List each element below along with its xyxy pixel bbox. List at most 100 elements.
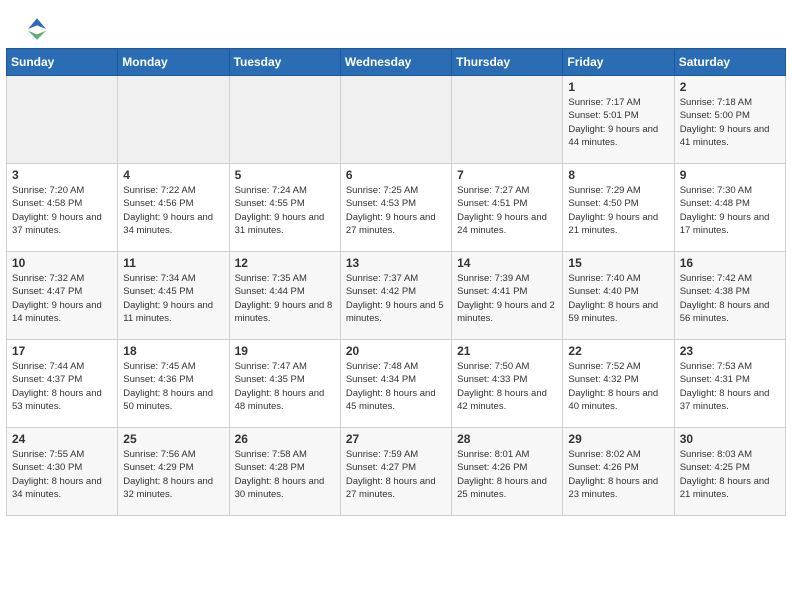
day-number: 23	[680, 344, 780, 358]
calendar-cell: 25 Sunrise: 7:56 AM Sunset: 4:29 PM Dayli…	[118, 428, 229, 516]
day-info: Sunrise: 7:58 AM Sunset: 4:28 PM Dayligh…	[235, 448, 335, 501]
calendar-cell: 10 Sunrise: 7:32 AM Sunset: 4:47 PM Dayli…	[7, 252, 118, 340]
day-info: Sunrise: 7:55 AM Sunset: 4:30 PM Dayligh…	[12, 448, 112, 501]
day-info: Sunrise: 7:34 AM Sunset: 4:45 PM Dayligh…	[123, 272, 223, 325]
day-number: 16	[680, 256, 780, 270]
day-info: Sunrise: 7:47 AM Sunset: 4:35 PM Dayligh…	[235, 360, 335, 413]
calendar-cell: 14 Sunrise: 7:39 AM Sunset: 4:41 PM Dayli…	[452, 252, 563, 340]
calendar-week-row: 10 Sunrise: 7:32 AM Sunset: 4:47 PM Dayli…	[7, 252, 786, 340]
calendar-week-row: 24Sunrise: 7:55 AM Sunset: 4:30 PM Dayli…	[7, 428, 786, 516]
calendar-cell: 9 Sunrise: 7:30 AM Sunset: 4:48 PM Daylig…	[674, 164, 785, 252]
day-number: 4	[123, 168, 223, 182]
calendar-cell	[229, 76, 340, 164]
day-number: 9	[680, 168, 780, 182]
day-info: Sunrise: 7:17 AM Sunset: 5:01 PM Dayligh…	[568, 96, 668, 149]
day-number: 21	[457, 344, 557, 358]
calendar-cell: 3 Sunrise: 7:20 AM Sunset: 4:58 PM Daylig…	[7, 164, 118, 252]
day-number: 1	[568, 80, 668, 94]
day-number: 8	[568, 168, 668, 182]
calendar-cell: 20 Sunrise: 7:48 AM Sunset: 4:34 PM Dayli…	[340, 340, 451, 428]
calendar-cell: 5 Sunrise: 7:24 AM Sunset: 4:55 PM Daylig…	[229, 164, 340, 252]
day-info: Sunrise: 8:02 AM Sunset: 4:26 PM Dayligh…	[568, 448, 668, 501]
day-info: Sunrise: 7:20 AM Sunset: 4:58 PM Dayligh…	[12, 184, 112, 237]
calendar-cell: 21 Sunrise: 7:50 AM Sunset: 4:33 PM Dayli…	[452, 340, 563, 428]
day-info: Sunrise: 7:39 AM Sunset: 4:41 PM Dayligh…	[457, 272, 557, 325]
day-info: Sunrise: 7:32 AM Sunset: 4:47 PM Dayligh…	[12, 272, 112, 325]
calendar-cell: 11 Sunrise: 7:34 AM Sunset: 4:45 PM Dayli…	[118, 252, 229, 340]
weekday-header: Tuesday	[229, 49, 340, 76]
day-info: Sunrise: 7:59 AM Sunset: 4:27 PM Dayligh…	[346, 448, 446, 501]
calendar-cell: 1 Sunrise: 7:17 AM Sunset: 5:01 PM Daylig…	[563, 76, 674, 164]
weekday-header: Saturday	[674, 49, 785, 76]
weekday-header: Thursday	[452, 49, 563, 76]
day-info: Sunrise: 7:35 AM Sunset: 4:44 PM Dayligh…	[235, 272, 335, 325]
day-number: 26	[235, 432, 335, 446]
day-info: Sunrise: 8:03 AM Sunset: 4:25 PM Dayligh…	[680, 448, 780, 501]
day-info: Sunrise: 7:18 AM Sunset: 5:00 PM Dayligh…	[680, 96, 780, 149]
day-info: Sunrise: 7:48 AM Sunset: 4:34 PM Dayligh…	[346, 360, 446, 413]
day-number: 3	[12, 168, 112, 182]
calendar-cell	[340, 76, 451, 164]
day-info: Sunrise: 7:22 AM Sunset: 4:56 PM Dayligh…	[123, 184, 223, 237]
day-info: Sunrise: 7:25 AM Sunset: 4:53 PM Dayligh…	[346, 184, 446, 237]
calendar-cell: 7 Sunrise: 7:27 AM Sunset: 4:51 PM Daylig…	[452, 164, 563, 252]
calendar-cell: 13Sunrise: 7:37 AM Sunset: 4:42 PM Dayli…	[340, 252, 451, 340]
day-number: 25	[123, 432, 223, 446]
day-info: Sunrise: 8:01 AM Sunset: 4:26 PM Dayligh…	[457, 448, 557, 501]
day-number: 15	[568, 256, 668, 270]
day-number: 27	[346, 432, 446, 446]
day-info: Sunrise: 7:50 AM Sunset: 4:33 PM Dayligh…	[457, 360, 557, 413]
page-header	[0, 0, 792, 48]
day-info: Sunrise: 7:44 AM Sunset: 4:37 PM Dayligh…	[12, 360, 112, 413]
day-info: Sunrise: 7:52 AM Sunset: 4:32 PM Dayligh…	[568, 360, 668, 413]
calendar-cell: 22Sunrise: 7:52 AM Sunset: 4:32 PM Dayli…	[563, 340, 674, 428]
calendar-table: SundayMondayTuesdayWednesdayThursdayFrid…	[6, 48, 786, 516]
calendar-cell: 26 Sunrise: 7:58 AM Sunset: 4:28 PM Dayli…	[229, 428, 340, 516]
day-info: Sunrise: 7:45 AM Sunset: 4:36 PM Dayligh…	[123, 360, 223, 413]
day-number: 12	[235, 256, 335, 270]
weekday-row: SundayMondayTuesdayWednesdayThursdayFrid…	[7, 49, 786, 76]
calendar-cell	[452, 76, 563, 164]
calendar-cell: 16 Sunrise: 7:42 AM Sunset: 4:38 PM Dayli…	[674, 252, 785, 340]
day-number: 11	[123, 256, 223, 270]
weekday-header: Friday	[563, 49, 674, 76]
day-info: Sunrise: 7:24 AM Sunset: 4:55 PM Dayligh…	[235, 184, 335, 237]
calendar-container: SundayMondayTuesdayWednesdayThursdayFrid…	[0, 48, 792, 522]
calendar-body: 1 Sunrise: 7:17 AM Sunset: 5:01 PM Daylig…	[7, 76, 786, 516]
day-info: Sunrise: 7:40 AM Sunset: 4:40 PM Dayligh…	[568, 272, 668, 325]
calendar-cell: 15 Sunrise: 7:40 AM Sunset: 4:40 PM Dayli…	[563, 252, 674, 340]
calendar-cell	[7, 76, 118, 164]
calendar-cell: 18 Sunrise: 7:45 AM Sunset: 4:36 PM Dayli…	[118, 340, 229, 428]
day-number: 7	[457, 168, 557, 182]
weekday-header: Sunday	[7, 49, 118, 76]
day-number: 5	[235, 168, 335, 182]
logo	[24, 18, 48, 40]
day-number: 20	[346, 344, 446, 358]
calendar-week-row: 3 Sunrise: 7:20 AM Sunset: 4:58 PM Daylig…	[7, 164, 786, 252]
calendar-cell: 19Sunrise: 7:47 AM Sunset: 4:35 PM Dayli…	[229, 340, 340, 428]
day-number: 6	[346, 168, 446, 182]
calendar-header: SundayMondayTuesdayWednesdayThursdayFrid…	[7, 49, 786, 76]
day-number: 14	[457, 256, 557, 270]
logo-bird-icon	[28, 18, 46, 40]
calendar-cell: 8 Sunrise: 7:29 AM Sunset: 4:50 PM Daylig…	[563, 164, 674, 252]
day-number: 2	[680, 80, 780, 94]
day-number: 18	[123, 344, 223, 358]
day-number: 30	[680, 432, 780, 446]
day-number: 13	[346, 256, 446, 270]
calendar-cell: 4 Sunrise: 7:22 AM Sunset: 4:56 PM Daylig…	[118, 164, 229, 252]
weekday-header: Wednesday	[340, 49, 451, 76]
day-number: 29	[568, 432, 668, 446]
day-info: Sunrise: 7:30 AM Sunset: 4:48 PM Dayligh…	[680, 184, 780, 237]
day-info: Sunrise: 7:42 AM Sunset: 4:38 PM Dayligh…	[680, 272, 780, 325]
day-info: Sunrise: 7:53 AM Sunset: 4:31 PM Dayligh…	[680, 360, 780, 413]
day-number: 17	[12, 344, 112, 358]
day-info: Sunrise: 7:27 AM Sunset: 4:51 PM Dayligh…	[457, 184, 557, 237]
calendar-week-row: 17 Sunrise: 7:44 AM Sunset: 4:37 PM Dayli…	[7, 340, 786, 428]
weekday-header: Monday	[118, 49, 229, 76]
calendar-cell: 28Sunrise: 8:01 AM Sunset: 4:26 PM Dayli…	[452, 428, 563, 516]
day-info: Sunrise: 7:56 AM Sunset: 4:29 PM Dayligh…	[123, 448, 223, 501]
day-number: 10	[12, 256, 112, 270]
day-info: Sunrise: 7:29 AM Sunset: 4:50 PM Dayligh…	[568, 184, 668, 237]
calendar-cell: 27 Sunrise: 7:59 AM Sunset: 4:27 PM Dayli…	[340, 428, 451, 516]
